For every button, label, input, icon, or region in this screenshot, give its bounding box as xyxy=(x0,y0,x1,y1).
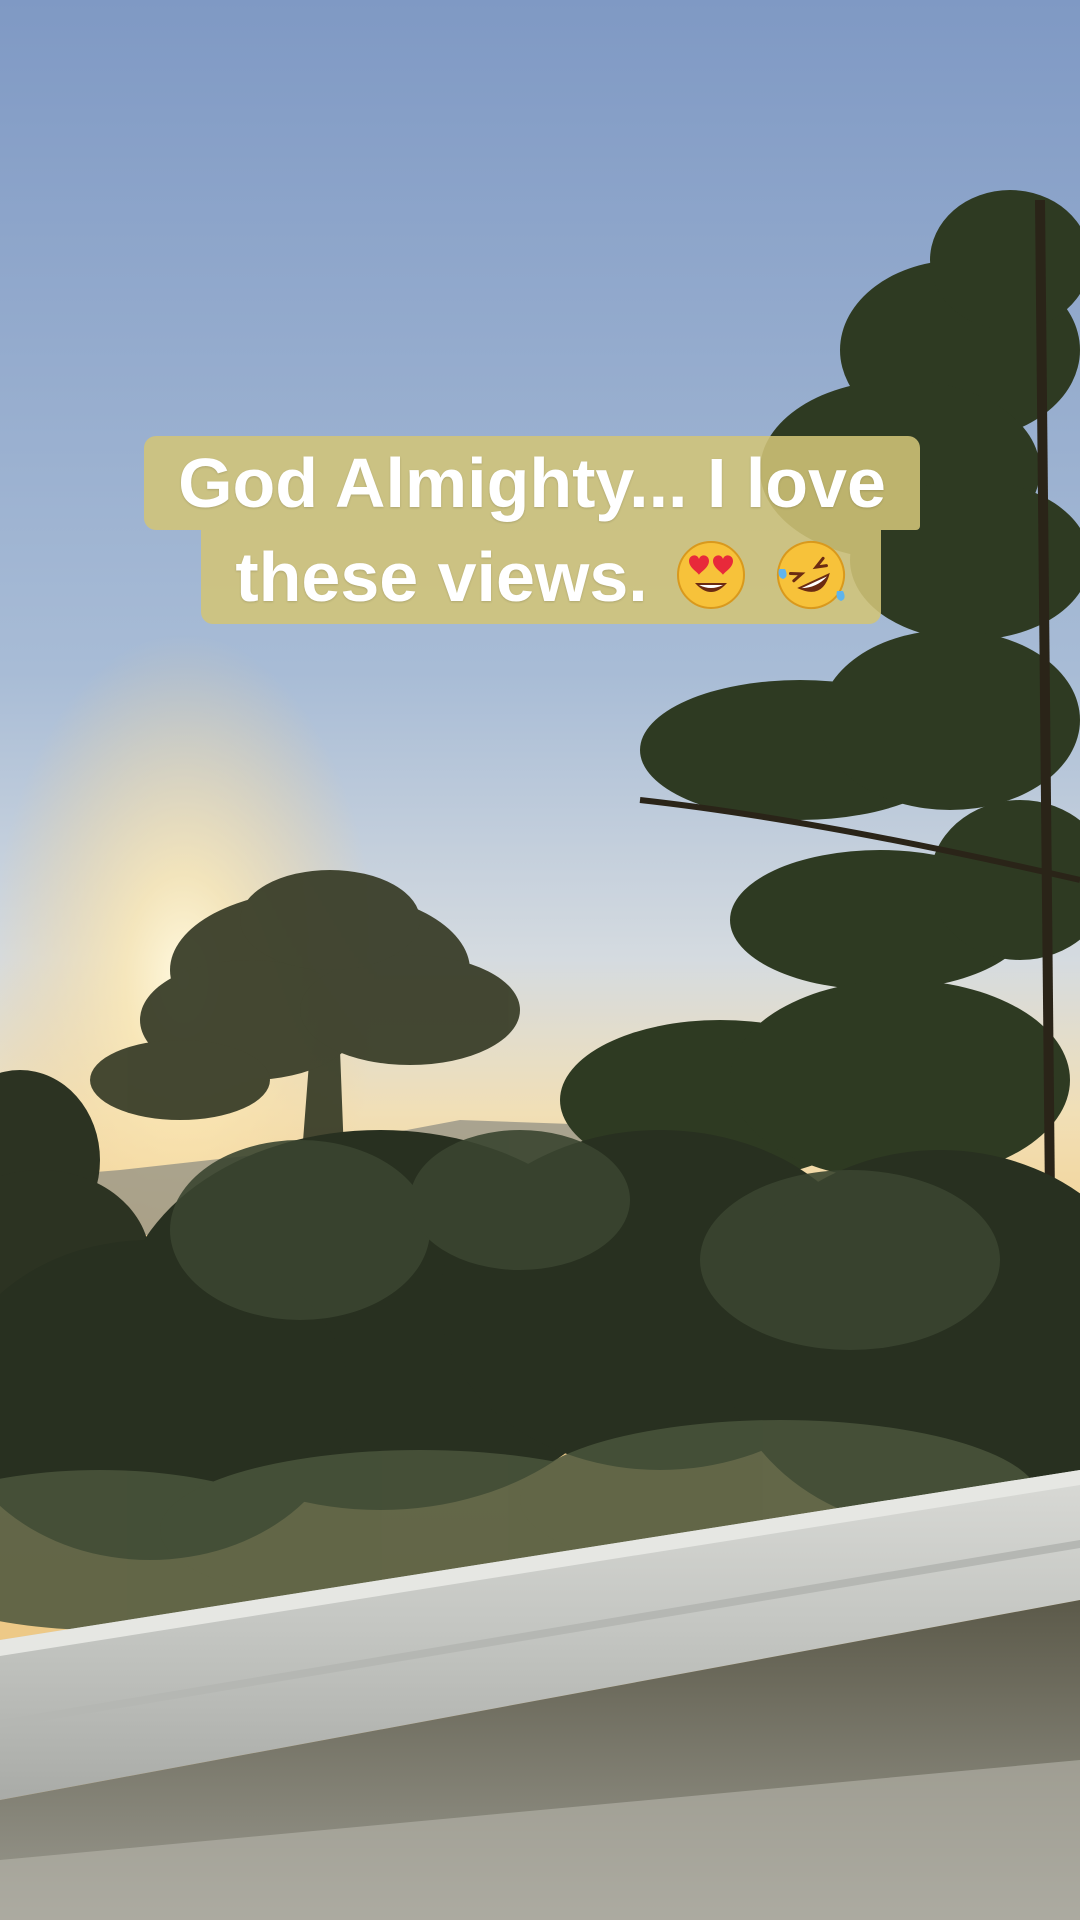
caption-line-1: God Almighty... I love xyxy=(144,436,920,530)
smiling-face-with-heart-eyes-icon xyxy=(677,541,746,609)
scenery-photo xyxy=(0,0,1080,1920)
video-frame: God Almighty... I love these views. xyxy=(0,0,1080,1920)
caption-text-1: God Almighty... I love xyxy=(178,444,886,522)
caption-line-2: these views. xyxy=(201,530,881,624)
rolling-on-floor-laughing-icon xyxy=(776,541,845,609)
caption-text-2: these views. xyxy=(235,538,648,616)
video-caption: God Almighty... I love these views. xyxy=(0,436,1080,624)
